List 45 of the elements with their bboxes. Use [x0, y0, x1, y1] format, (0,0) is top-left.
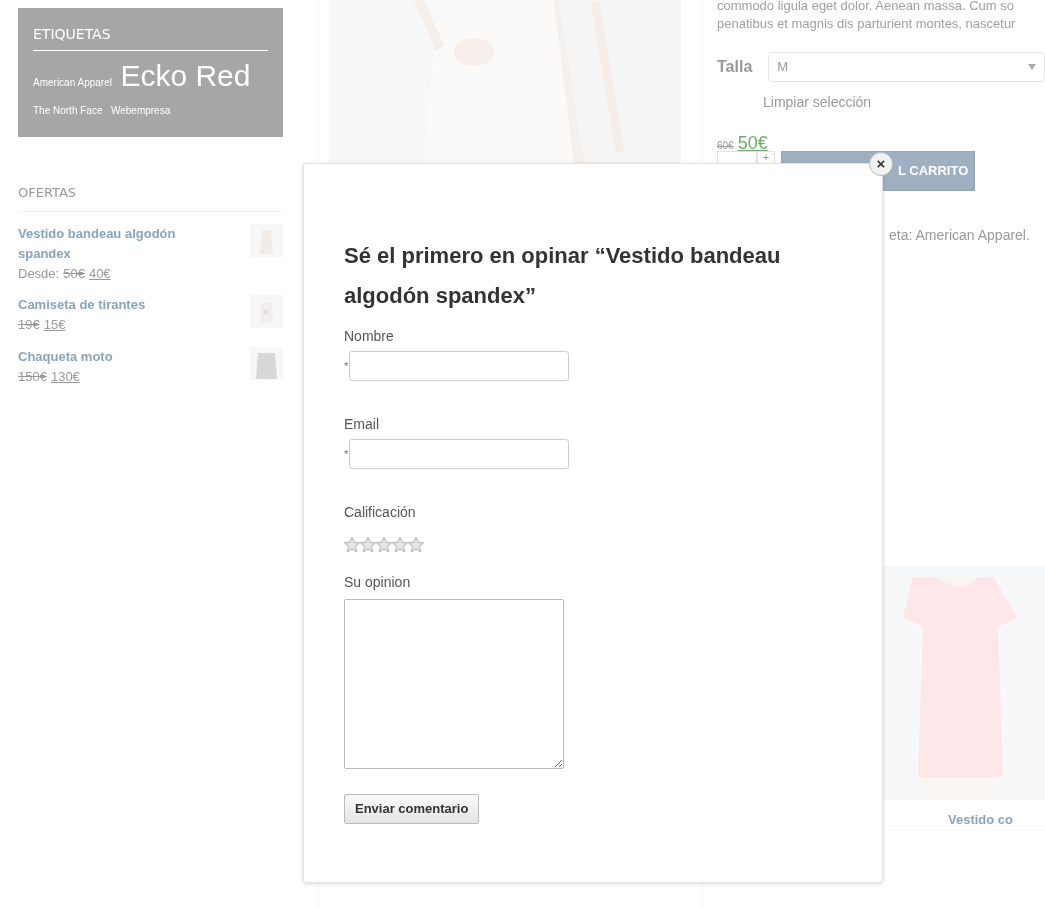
- description-text: penatibus et magnis dis parturient montes, nascetur: [717, 15, 1017, 33]
- required-mark: *: [344, 358, 349, 374]
- price-label: Desde:: [18, 265, 60, 281]
- star-icon[interactable]: [408, 537, 424, 552]
- product-thumbnail: [250, 295, 283, 328]
- star-icon[interactable]: [376, 537, 392, 552]
- comment-textarea[interactable]: [344, 599, 564, 769]
- select-value: M: [777, 58, 789, 77]
- star-icon[interactable]: [344, 537, 360, 552]
- widget-title: OFERTAS: [18, 183, 283, 212]
- old-price: 50€: [63, 265, 85, 281]
- sale-price: 15€: [43, 317, 66, 332]
- clear-selection-link[interactable]: Limpiar selección: [763, 92, 872, 113]
- product-meta-text: eta: American Apparel.: [889, 226, 1031, 245]
- product-link[interactable]: Camiseta de tirantes: [18, 295, 208, 315]
- tag-link[interactable]: Webempresa: [110, 104, 171, 116]
- old-price: 19€: [18, 317, 40, 332]
- submit-button[interactable]: Enviar comentario: [344, 794, 480, 824]
- field-label: Su opinion: [344, 573, 412, 592]
- star-icon[interactable]: [392, 537, 408, 552]
- product-thumbnail: [250, 346, 283, 380]
- field-label: Calificación: [344, 503, 416, 522]
- caret-icon: [1028, 64, 1036, 70]
- attribute-label: Talla: [717, 57, 753, 77]
- sale-price: 130€: [50, 368, 80, 384]
- text-input[interactable]: [349, 351, 570, 381]
- product-link[interactable]: Vestido co: [948, 810, 1045, 830]
- tag-link[interactable]: The North Face: [33, 104, 103, 116]
- product-link[interactable]: Chaqueta moto: [18, 346, 208, 367]
- product-link[interactable]: Vestido bandeau algodón spandex: [18, 223, 208, 264]
- text-input[interactable]: [349, 439, 570, 469]
- required-mark: *: [344, 446, 349, 462]
- sale-price: 40€: [88, 265, 111, 281]
- tag-link[interactable]: American Apparel: [33, 76, 112, 88]
- dialog-title: Sé el primero en opinar “Vestido bandeau algodón spandex”: [344, 242, 782, 310]
- description-text: commodo ligula eget dolor. Aenean massa. Cum so: [717, 0, 1015, 15]
- sale-price: 50€: [737, 133, 768, 153]
- widget-title: ETIQUETAS: [33, 26, 268, 51]
- tag-link[interactable]: Ecko Red: [120, 58, 251, 92]
- old-price: 60€: [717, 140, 734, 151]
- field-label: Email: [344, 415, 380, 434]
- field-label: Nombre: [344, 327, 395, 346]
- star-icon[interactable]: [360, 537, 376, 552]
- size-select[interactable]: M: [768, 52, 1045, 82]
- old-price: 150€: [18, 368, 47, 384]
